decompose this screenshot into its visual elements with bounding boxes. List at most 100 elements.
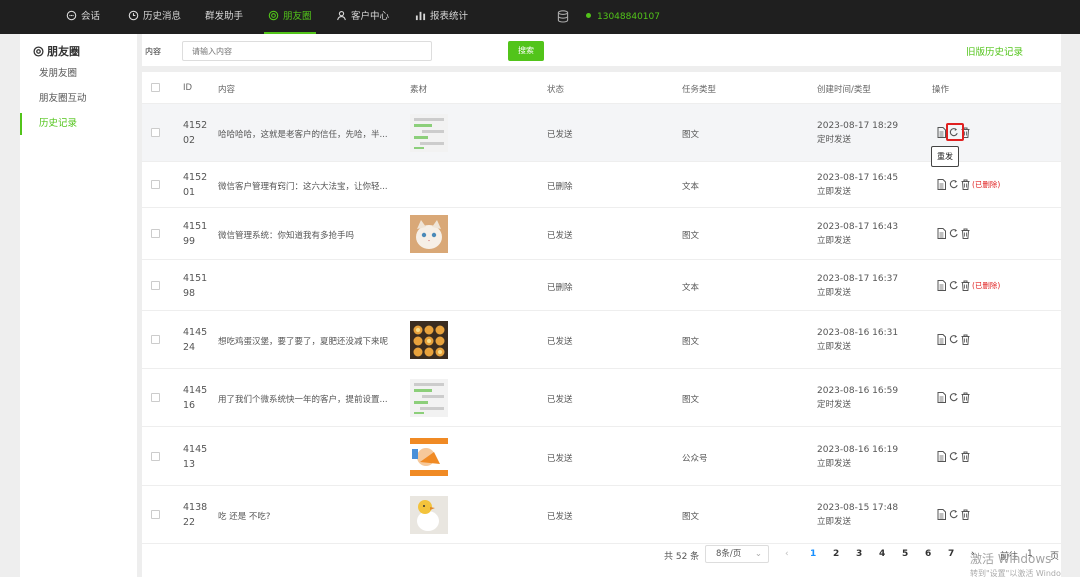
nav-item-chat[interactable]: 会话 <box>66 0 100 34</box>
table-header: ID 内容 素材 状态 任务类型 创建时间/类型 操作 <box>142 72 1061 104</box>
row-status: 已发送 <box>547 395 573 405</box>
row-material-thumbnail[interactable] <box>410 321 448 359</box>
prev-page-icon[interactable]: ‹ <box>785 549 789 559</box>
search-bar: 内容 搜索 旧版历史记录 <box>142 34 1061 66</box>
page-3[interactable]: 3 <box>856 549 862 559</box>
row-actions <box>937 228 972 239</box>
row-status: 已发送 <box>547 512 573 522</box>
detail-icon[interactable] <box>937 179 947 190</box>
resend-icon[interactable] <box>949 392 959 403</box>
detail-icon[interactable] <box>937 334 947 345</box>
delete-icon[interactable] <box>961 451 971 462</box>
delete-icon[interactable] <box>961 334 971 345</box>
select-all-checkbox[interactable] <box>151 83 160 92</box>
search-input[interactable] <box>182 41 432 61</box>
bar-chart-icon <box>415 11 426 21</box>
row-id-part1: 4152 <box>183 120 208 131</box>
delete-icon[interactable] <box>961 392 971 403</box>
row-status: 已删除 <box>547 282 573 293</box>
row-id: 4145 16 <box>183 383 207 413</box>
row-material-thumbnail[interactable] <box>410 496 448 534</box>
resend-tooltip: 重发 <box>931 146 959 167</box>
row-id-part1: 4145 <box>183 443 208 455</box>
sidebar: 朋友圈 发朋友圈 朋友圈互动 历史记录 <box>20 34 137 577</box>
row-id-part1: 4152 <box>183 172 208 183</box>
row-id-part1: 4151 <box>183 272 208 284</box>
page-6[interactable]: 6 <box>925 549 931 559</box>
row-send-mode: 立即发送 <box>817 187 852 197</box>
resend-icon[interactable] <box>949 179 959 190</box>
resend-icon[interactable] <box>949 280 959 291</box>
row-send-mode: 立即发送 <box>817 458 852 469</box>
row-actions: (已删除) <box>937 279 1001 291</box>
delete-icon[interactable] <box>961 228 971 239</box>
row-status: 已发送 <box>547 231 573 241</box>
row-task-type: 图文 <box>682 395 700 405</box>
resend-icon[interactable] <box>949 509 959 520</box>
resend-icon[interactable] <box>949 334 959 345</box>
sidebar-item-interaction[interactable]: 朋友圈互动 <box>20 88 137 110</box>
detail-icon[interactable] <box>937 509 947 520</box>
row-material-thumbnail[interactable] <box>410 114 448 152</box>
row-content: 想吃鸡蛋汉堡，要了要了，夏肥还没减下来呢 <box>218 337 389 347</box>
page-7[interactable]: 7 <box>948 549 954 559</box>
nav-item-reports[interactable]: 报表统计 <box>415 0 468 34</box>
nav-item-moments[interactable]: 朋友圈 <box>264 0 315 34</box>
row-material-thumbnail[interactable] <box>410 379 448 417</box>
delete-icon[interactable] <box>961 280 971 291</box>
resend-highlight-box <box>946 123 964 141</box>
page-1[interactable]: 1 <box>810 549 816 559</box>
detail-icon[interactable] <box>937 450 947 462</box>
row-checkbox[interactable] <box>151 280 160 290</box>
user-icon <box>337 11 346 21</box>
old-history-link[interactable]: 旧版历史记录 <box>966 44 1023 58</box>
row-task-type: 图文 <box>682 130 700 140</box>
sidebar-item-history[interactable]: 历史记录 <box>20 113 137 135</box>
row-send-mode: 立即发送 <box>817 287 852 298</box>
row-id-part2: 22 <box>183 517 196 528</box>
row-created-time: 2023-08-17 18:29 <box>817 121 899 131</box>
detail-icon[interactable] <box>937 392 947 403</box>
delete-icon[interactable] <box>961 509 971 520</box>
phone-number: 13048840107 <box>597 12 660 22</box>
delete-icon[interactable] <box>961 179 971 190</box>
row-checkbox[interactable] <box>151 510 160 519</box>
account-phone[interactable]: 13048840107 <box>586 0 660 34</box>
detail-icon[interactable] <box>937 228 947 239</box>
row-send-mode: 立即发送 <box>817 517 852 527</box>
sidebar-title-text: 朋友圈 <box>47 45 80 58</box>
row-actions: (已删除) <box>937 179 1000 190</box>
deleted-note: (已删除) <box>972 280 1001 290</box>
row-created: 2023-08-16 16:59 定时发送 <box>817 384 898 412</box>
row-id: 4145 13 <box>183 442 207 472</box>
page-4[interactable]: 4 <box>879 549 885 559</box>
sidebar-item-post[interactable]: 发朋友圈 <box>20 63 137 85</box>
row-id-part2: 99 <box>183 236 196 247</box>
page-size-select[interactable]: 8条/页 ⌄ <box>705 545 769 563</box>
row-checkbox[interactable] <box>151 229 160 238</box>
detail-icon[interactable] <box>937 279 947 291</box>
row-material-thumbnail[interactable] <box>410 215 448 253</box>
resend-icon[interactable] <box>949 228 959 239</box>
row-checkbox[interactable] <box>151 128 160 137</box>
page-2[interactable]: 2 <box>833 549 839 559</box>
deleted-note: (已删除) <box>972 180 1001 189</box>
row-send-mode: 立即发送 <box>817 236 852 246</box>
resend-icon[interactable] <box>949 451 959 462</box>
row-checkbox[interactable] <box>151 393 160 402</box>
search-button[interactable]: 搜索 <box>508 41 544 61</box>
page-5[interactable]: 5 <box>902 549 908 559</box>
database-icon[interactable] <box>557 10 569 23</box>
row-checkbox[interactable] <box>151 451 160 461</box>
row-send-mode: 定时发送 <box>817 135 852 145</box>
sidebar-item-label: 历史记录 <box>39 118 78 129</box>
nav-item-history[interactable]: 历史消息 <box>128 0 181 34</box>
table-row: 4138 22 吃 还是 不吃? 已发送 图文 2023-08-15 17:48 立即发送 <box>142 486 1061 544</box>
nav-item-broadcast[interactable]: 群发助手 <box>205 0 243 34</box>
row-created-time: 2023-08-17 16:43 <box>817 222 899 232</box>
row-material-thumbnail[interactable] <box>410 437 448 476</box>
row-checkbox[interactable] <box>151 335 160 344</box>
row-checkbox[interactable] <box>151 180 160 189</box>
row-id-part2: 16 <box>183 400 196 411</box>
nav-item-customers[interactable]: 客户中心 <box>336 0 389 34</box>
